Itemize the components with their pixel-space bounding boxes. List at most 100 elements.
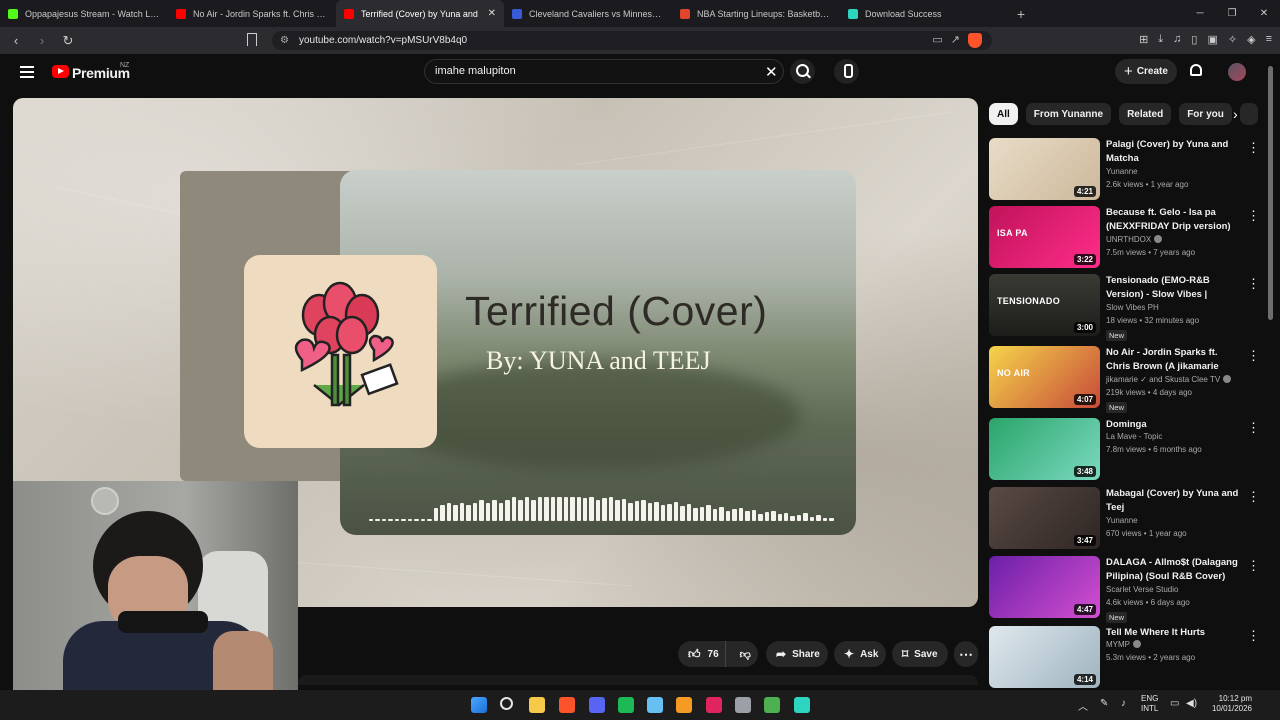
browser-tab[interactable]: Oppapajesus Stream - Watch Live on xyxy=(0,0,168,27)
mic-tray-icon[interactable]: ♪ xyxy=(1121,698,1126,709)
leo-icon[interactable]: ✧ xyxy=(1228,33,1237,46)
filter-chip[interactable]: From Yunanne xyxy=(1025,103,1112,125)
obs-icon[interactable] xyxy=(735,697,751,713)
video-thumbnail[interactable]: 4:14 xyxy=(989,626,1100,688)
search-input[interactable] xyxy=(435,65,755,77)
create-button[interactable]: + Create xyxy=(1115,59,1177,84)
kebab-menu-icon[interactable]: ⋮ xyxy=(1247,208,1260,224)
recommended-video[interactable]: 4:21 Palagi (Cover) by Yuna and Matcha Yun… xyxy=(989,138,1260,202)
clock[interactable]: 10:12 pm 10/01/2026 xyxy=(1206,694,1252,714)
video-thumbnail[interactable]: NO AIR 4:07 xyxy=(989,346,1100,408)
menu-icon[interactable]: ≡ xyxy=(1266,33,1272,46)
browser-tab[interactable]: NBA Starting Lineups: Basketball Dai xyxy=(672,0,840,27)
channel-name[interactable]: La Mave - Topic xyxy=(1106,432,1162,441)
minimize-icon[interactable]: ─ xyxy=(1184,0,1216,27)
recommended-video[interactable]: 3:48 Dominga La Mave - Topic 7.8m views • 6… xyxy=(989,418,1260,482)
video-title[interactable]: Dominga xyxy=(1106,418,1242,432)
recommended-video[interactable]: 4:47 DALAGA - Allmo$t (Dalagang Pilipina)… xyxy=(989,556,1260,623)
video-thumbnail[interactable]: ISA PA 3:22 xyxy=(989,206,1100,268)
start-icon[interactable] xyxy=(471,697,487,713)
network-icon[interactable]: ▭ xyxy=(1170,698,1179,709)
like-button[interactable]: 👍︎ 76 xyxy=(678,641,727,667)
vlc-icon[interactable] xyxy=(676,697,692,713)
bookmark-icon[interactable] xyxy=(247,33,257,46)
save-button[interactable]: ⌑ Save xyxy=(892,641,948,667)
search-icon[interactable] xyxy=(790,59,815,84)
address-bar[interactable]: ⚙ youtube.com/watch?v=pMSUrV8b4q0 ▭ ↗ xyxy=(272,31,992,50)
sidebar-icon[interactable]: ▯ xyxy=(1191,33,1197,46)
browser-tab[interactable]: Cleveland Cavaliers vs Minnesota Tim xyxy=(504,0,672,27)
youtube-logo-icon[interactable] xyxy=(52,65,69,78)
recommended-video[interactable]: ISA PA 3:22 Because ft. Gelo - Isa pa (NEX… xyxy=(989,206,1260,270)
chevron-right-icon[interactable]: › xyxy=(1233,106,1238,122)
filter-chip[interactable]: Related xyxy=(1119,103,1172,125)
discord-icon[interactable] xyxy=(589,697,605,713)
channel-name[interactable]: Scarlet Verse Studio xyxy=(1106,585,1178,594)
video-thumbnail[interactable]: 4:21 xyxy=(989,138,1100,200)
kick-icon[interactable] xyxy=(794,697,810,713)
recommended-video[interactable]: NO AIR 4:07 No Air - Jordin Sparks ft. Chr… xyxy=(989,346,1260,413)
media-icon[interactable]: ♫ xyxy=(1173,33,1181,46)
vpn-icon[interactable]: ◈ xyxy=(1247,33,1255,46)
file-explorer-icon[interactable] xyxy=(529,697,545,713)
video-thumbnail[interactable]: 3:48 xyxy=(989,418,1100,480)
kebab-menu-icon[interactable]: ⋮ xyxy=(1247,420,1260,436)
reload-icon[interactable]: ↻ xyxy=(58,33,78,49)
cast-icon[interactable]: ▭ xyxy=(932,33,942,48)
kebab-menu-icon[interactable]: ⋮ xyxy=(1247,348,1260,364)
close-window-icon[interactable]: ✕ xyxy=(1248,0,1280,27)
channel-name[interactable]: Slow Vibes PH xyxy=(1106,303,1159,312)
channel-name[interactable]: UNRTHDOX xyxy=(1106,235,1163,244)
browser-tab[interactable]: Download Success xyxy=(840,0,1008,27)
video-title[interactable]: Mabagal (Cover) by Yuna and Teej xyxy=(1106,487,1242,514)
search-taskbar-icon[interactable] xyxy=(500,697,513,710)
recommended-video[interactable]: 4:14 Tell Me Where It Hurts MYMP 5.3m views… xyxy=(989,626,1260,690)
brave-shields-icon[interactable] xyxy=(968,33,982,48)
filter-chip[interactable]: For you xyxy=(1179,103,1232,125)
downloads-icon[interactable]: ⤓ xyxy=(1158,33,1163,46)
recommended-video[interactable]: 3:47 Mabagal (Cover) by Yuna and Teej Yuna… xyxy=(989,487,1260,551)
guide-menu-icon[interactable] xyxy=(20,66,34,78)
video-title[interactable]: Because ft. Gelo - Isa pa (NEXXFRIDAY Dr… xyxy=(1106,206,1242,233)
page-scrollbar[interactable] xyxy=(1268,66,1273,320)
video-thumbnail[interactable]: 3:47 xyxy=(989,487,1100,549)
new-tab-button[interactable]: + xyxy=(1008,6,1034,22)
kebab-menu-icon[interactable]: ⋮ xyxy=(1247,140,1260,156)
site-info-icon[interactable]: ⚙ xyxy=(280,35,289,46)
pen-icon[interactable]: ✎ xyxy=(1100,698,1108,709)
channel-name[interactable]: Yunanne xyxy=(1106,516,1138,525)
channel-name[interactable]: Yunanne xyxy=(1106,167,1138,176)
back-icon[interactable]: ‹ xyxy=(6,33,26,48)
language-indicator[interactable]: ENG INTL xyxy=(1141,694,1158,714)
browser-tab[interactable]: Terrified (Cover) by Yuna and ✕ xyxy=(336,0,504,27)
extensions-icon[interactable]: ⊞ xyxy=(1139,33,1148,46)
tray-chevron-icon[interactable]: ︿ xyxy=(1078,698,1088,713)
recommended-video[interactable]: TENSIONADO 3:00 Tensionado (EMO-R&B Versio… xyxy=(989,274,1260,341)
kebab-menu-icon[interactable]: ⋮ xyxy=(1247,276,1260,292)
spotify-icon[interactable] xyxy=(618,697,634,713)
share-button[interactable]: ➦ Share xyxy=(766,641,828,667)
avatar[interactable] xyxy=(1228,63,1246,81)
video-title[interactable]: Tell Me Where It Hurts xyxy=(1106,626,1242,640)
browser-tab[interactable]: No Air - Jordin Sparks ft. Chris Brown xyxy=(168,0,336,27)
video-title[interactable]: DALAGA - Allmo$t (Dalagang Pilipina) (So… xyxy=(1106,556,1242,583)
filter-chip-partial[interactable] xyxy=(1239,103,1258,125)
restore-icon[interactable]: ❐ xyxy=(1216,0,1248,27)
video-title[interactable]: No Air - Jordin Sparks ft. Chris Brown (… xyxy=(1106,346,1242,373)
close-tab-icon[interactable]: ✕ xyxy=(488,8,496,19)
clear-search-icon[interactable]: ✕ xyxy=(765,63,778,81)
dislike-button[interactable]: 👎︎ xyxy=(732,648,758,661)
video-title[interactable]: Palagi (Cover) by Yuna and Matcha xyxy=(1106,138,1242,165)
volume-icon[interactable]: ◀) xyxy=(1186,698,1197,709)
forward-icon[interactable]: › xyxy=(32,33,52,48)
more-actions-button[interactable]: ⋯ xyxy=(954,641,978,667)
share-url-icon[interactable]: ↗ xyxy=(951,33,960,48)
voice-search-icon[interactable] xyxy=(834,59,859,84)
channel-name[interactable]: MYMP xyxy=(1106,640,1141,649)
ask-button[interactable]: ✦ Ask xyxy=(834,641,886,667)
notifications-icon[interactable] xyxy=(1190,64,1202,76)
brave-icon[interactable] xyxy=(559,697,575,713)
video-thumbnail[interactable]: 4:47 xyxy=(989,556,1100,618)
kebab-menu-icon[interactable]: ⋮ xyxy=(1247,489,1260,505)
app-icon[interactable] xyxy=(706,697,722,713)
